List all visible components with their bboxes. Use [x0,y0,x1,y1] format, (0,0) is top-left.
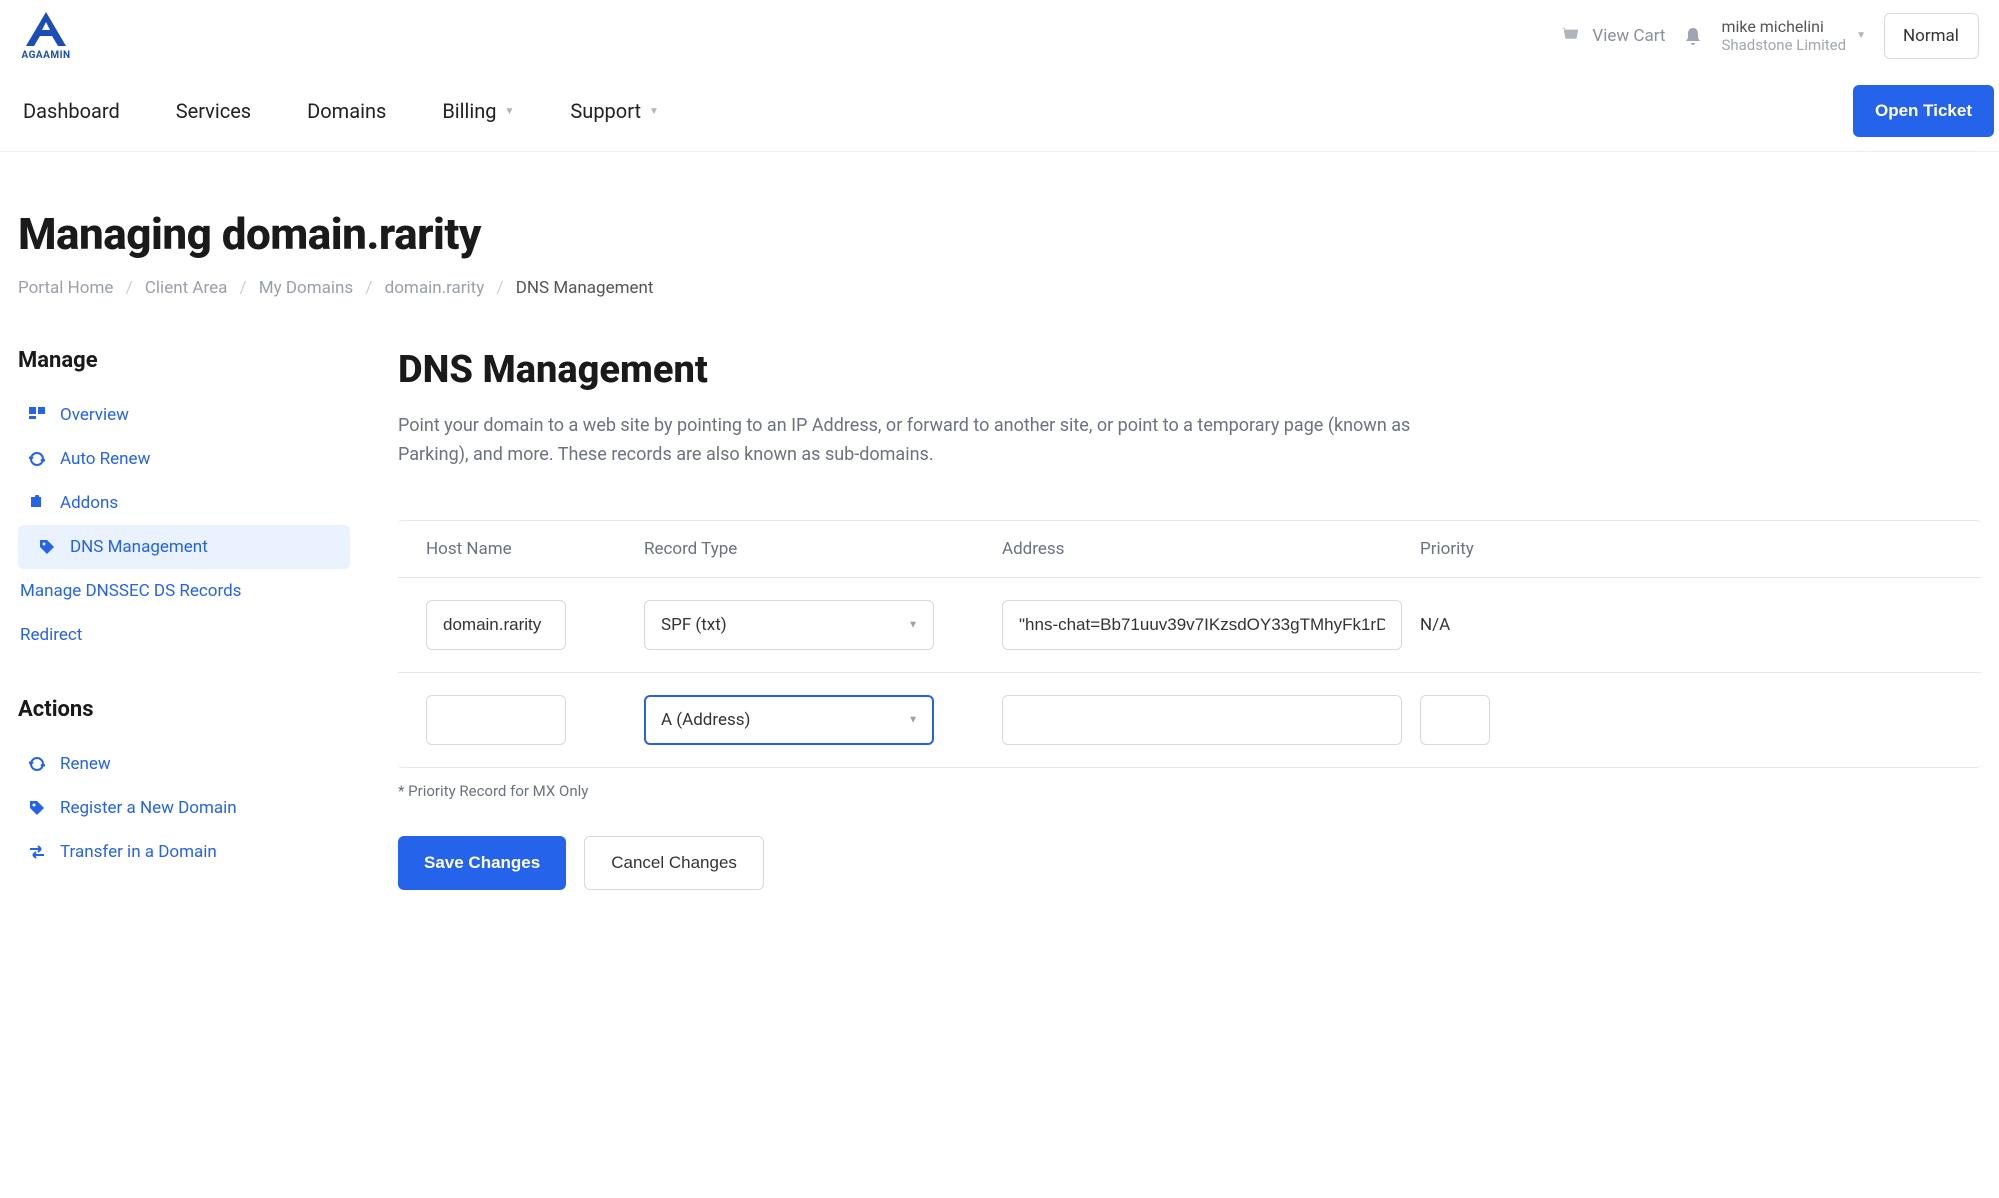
th-priority: Priority [1420,539,1500,559]
open-ticket-button[interactable]: Open Ticket [1853,85,1994,137]
content-description: Point your domain to a web site by point… [398,412,1418,470]
breadcrumb-current: DNS Management [516,278,654,298]
th-hostname: Host Name [426,539,626,559]
record-type-select[interactable]: A (Address) ▼ [644,695,934,745]
logo-text: AGAAMIN [21,50,70,61]
view-cart-label: View Cart [1592,26,1665,46]
sidebar-heading-actions: Actions [18,697,350,722]
sidebar-item-label: Overview [60,405,129,425]
sidebar-item-dnssec[interactable]: Manage DNSSEC DS Records [18,569,350,613]
status-selector[interactable]: Normal [1884,13,1979,59]
breadcrumb-item[interactable]: My Domains [259,278,353,298]
sidebar-item-renew[interactable]: Renew [18,742,350,786]
sidebar-item-redirect[interactable]: Redirect [18,613,350,657]
sidebar-heading-manage: Manage [18,348,350,373]
sidebar-item-label: Renew [60,754,111,774]
nav-dashboard[interactable]: Dashboard [17,71,126,151]
breadcrumb-slash: / [357,278,380,298]
sidebar-item-label: Redirect [20,625,82,645]
main-layout: Manage Overview Auto Renew Addons [0,298,1999,930]
refresh-icon [28,450,46,468]
breadcrumb-slash: / [118,278,141,298]
chevron-down-icon: ▼ [505,106,515,117]
select-value: SPF (txt) [644,600,934,650]
user-menu[interactable]: mike michelini Shadstone Limited ▼ [1721,17,1866,54]
nav-links: Dashboard Services Domains Billing ▼ Supp… [5,71,665,151]
sidebar-item-overview[interactable]: Overview [18,393,350,437]
hostname-input[interactable] [426,695,566,745]
sidebar-item-label: Manage DNSSEC DS Records [20,581,241,601]
grid-icon [28,406,46,424]
hostname-input[interactable] [426,600,566,650]
footnote: * Priority Record for MX Only [398,782,1981,800]
table-row: A (Address) ▼ [398,673,1981,767]
sidebar-item-label: Transfer in a Domain [60,842,217,862]
logo-icon [20,10,72,50]
breadcrumb-slash: / [232,278,255,298]
cancel-button[interactable]: Cancel Changes [584,836,764,890]
nav-support[interactable]: Support ▼ [564,71,664,151]
records-table: Host Name Record Type Address Priority S… [398,520,1981,768]
bell-icon[interactable] [1683,26,1703,46]
table-row: SPF (txt) ▼ N/A [398,578,1981,673]
user-name: mike michelini [1721,17,1846,36]
nav-item-label: Services [176,99,251,123]
sidebar-item-register[interactable]: Register a New Domain [18,786,350,830]
address-input[interactable] [1002,695,1402,745]
header-top: AGAAMIN View Cart mike michelini Shadsto… [0,0,1999,71]
breadcrumb-item[interactable]: domain.rarity [385,278,485,298]
th-recordtype: Record Type [644,539,984,559]
user-block: mike michelini Shadstone Limited [1721,17,1846,54]
nav-item-label: Domains [307,99,386,123]
nav-billing[interactable]: Billing ▼ [436,71,520,151]
sidebar-item-autorenew[interactable]: Auto Renew [18,437,350,481]
sidebar-item-dns[interactable]: DNS Management [18,525,350,569]
chevron-down-icon: ▼ [1856,30,1866,41]
tag-icon [38,538,56,556]
sidebar-item-label: Register a New Domain [60,798,237,818]
sidebar-item-label: Auto Renew [60,449,150,469]
breadcrumb-item[interactable]: Portal Home [18,278,113,298]
chevron-down-icon: ▼ [649,106,659,117]
status-value: Normal [1903,26,1959,46]
select-value: A (Address) [644,695,934,745]
priority-value: N/A [1420,615,1500,635]
nav-services[interactable]: Services [170,71,257,151]
priority-input[interactable] [1420,695,1490,745]
user-company: Shadstone Limited [1721,36,1846,54]
address-input[interactable] [1002,600,1402,650]
view-cart-link[interactable]: View Cart [1560,26,1665,46]
breadcrumb-item[interactable]: Client Area [145,278,227,298]
save-button[interactable]: Save Changes [398,836,566,890]
content-title: DNS Management [398,348,1981,392]
nav-item-label: Dashboard [23,99,120,123]
breadcrumb: Portal Home / Client Area / My Domains /… [18,278,1981,298]
refresh-icon [28,755,46,773]
cart-icon [1560,26,1582,46]
sidebar: Manage Overview Auto Renew Addons [18,348,350,890]
logo[interactable]: AGAAMIN [20,10,72,61]
main-nav: Dashboard Services Domains Billing ▼ Supp… [0,71,1999,152]
sidebar-item-label: DNS Management [70,537,208,557]
transfer-icon [28,843,46,861]
page-title: Managing domain.rarity [18,208,1981,260]
th-address: Address [1002,539,1402,559]
content: DNS Management Point your domain to a we… [398,348,1981,890]
tag-icon [28,799,46,817]
nav-item-label: Billing [442,99,496,123]
button-row: Save Changes Cancel Changes [398,836,1981,890]
table-header: Host Name Record Type Address Priority [398,521,1981,578]
sidebar-item-transfer[interactable]: Transfer in a Domain [18,830,350,874]
breadcrumb-slash: / [488,278,511,298]
nav-domains[interactable]: Domains [301,71,392,151]
puzzle-icon [28,494,46,512]
page-header: Managing domain.rarity Portal Home / Cli… [0,152,1999,298]
nav-item-label: Support [570,99,641,123]
sidebar-item-addons[interactable]: Addons [18,481,350,525]
sidebar-item-label: Addons [60,493,118,513]
record-type-select[interactable]: SPF (txt) ▼ [644,600,934,650]
header-right: View Cart mike michelini Shadstone Limit… [1560,13,1979,59]
